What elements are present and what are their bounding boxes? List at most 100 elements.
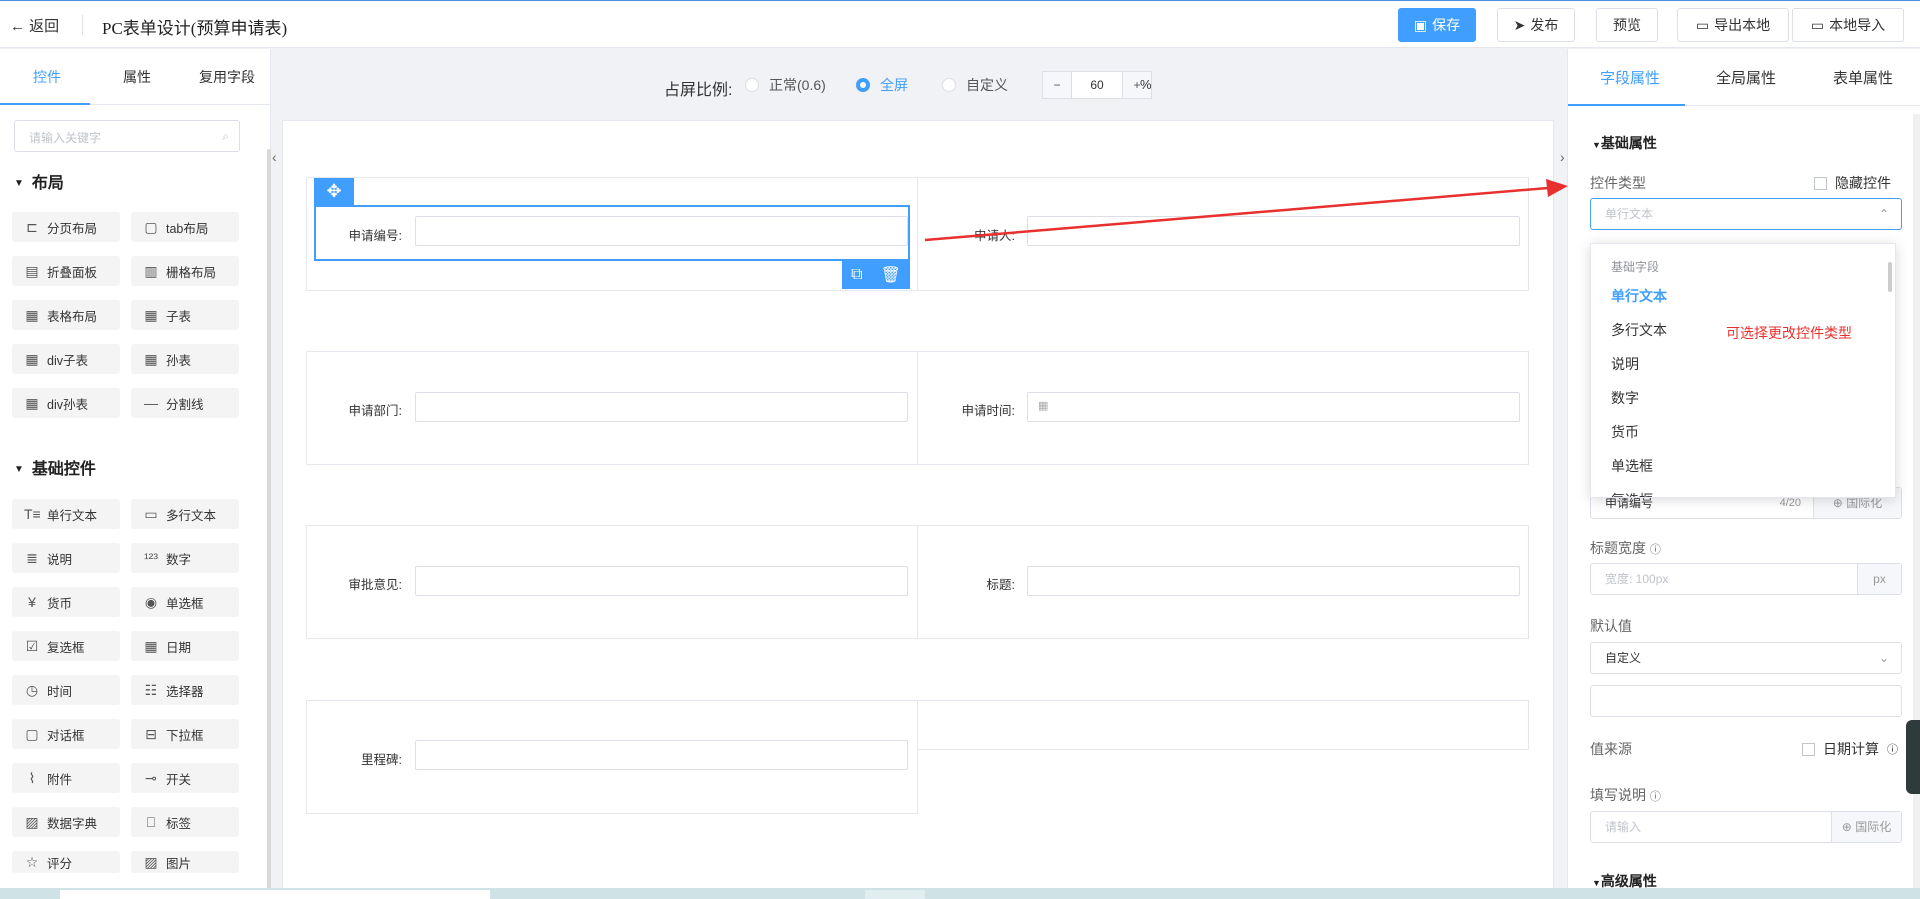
- import-button[interactable]: ▭ 本地导入: [1792, 8, 1904, 42]
- control-rating[interactable]: ☆ 评分: [12, 851, 120, 873]
- apply-no-input[interactable]: [415, 216, 908, 246]
- search-input[interactable]: 请输入关键字 ⌕: [14, 120, 240, 152]
- control-label: 选择器: [166, 684, 204, 699]
- control-dropdown[interactable]: ⊟ 下拉框: [131, 719, 239, 749]
- control-table-layout[interactable]: ▦ 表格布局: [12, 300, 120, 330]
- fill-desc-input[interactable]: 请输入 ⊕ 国际化: [1590, 811, 1902, 843]
- export-label: 导出本地: [1714, 17, 1771, 33]
- control-grid-layout[interactable]: ▥ 栅格布局: [131, 256, 239, 286]
- export-button[interactable]: ▭ 导出本地: [1677, 8, 1789, 42]
- ctl-type-select[interactable]: 单行文本 ⌃: [1590, 198, 1902, 230]
- control-label: 评分: [47, 856, 73, 871]
- dropdown-option[interactable]: 复选框: [1611, 490, 1653, 497]
- control-time[interactable]: ◷ 时间: [12, 675, 120, 705]
- doc-icon: ≣: [26, 549, 38, 566]
- date-calc-checkbox[interactable]: 日期计算 ⓘ: [1802, 739, 1898, 759]
- control-number[interactable]: ¹²³ 数字: [131, 543, 239, 573]
- field-label-subject: 标题:: [986, 578, 1015, 592]
- checkbox-box: [1802, 742, 1815, 756]
- tab-reuse-fields[interactable]: 复用字段: [199, 67, 255, 87]
- opinion-input[interactable]: [415, 566, 908, 596]
- title-value: 申请编号: [1605, 496, 1654, 510]
- control-description[interactable]: ≣ 说明: [12, 543, 120, 573]
- move-icon[interactable]: ✥: [314, 178, 354, 205]
- control-single-text[interactable]: T≡ 单行文本: [12, 499, 120, 529]
- control-label: 数字: [166, 552, 192, 567]
- copy-icon[interactable]: ⧉: [851, 266, 862, 284]
- control-subtable[interactable]: ▦ 子表: [131, 300, 239, 330]
- applicant-input[interactable]: [1027, 216, 1520, 246]
- tab-global-props[interactable]: 全局属性: [1716, 67, 1776, 88]
- basic-attr-title[interactable]: ▼基础属性: [1592, 133, 1657, 153]
- back-button[interactable]: ← 返回: [10, 15, 59, 36]
- tab-field-props[interactable]: 字段属性: [1600, 67, 1660, 88]
- radio-label: 全屏: [880, 77, 908, 93]
- zoom-decrease-button[interactable]: −: [1043, 72, 1071, 98]
- dropdown-option[interactable]: 单行文本: [1611, 286, 1667, 306]
- tab-properties[interactable]: 属性: [123, 67, 151, 87]
- collapse-right-icon[interactable]: ›: [1560, 149, 1565, 165]
- tab-form-props[interactable]: 表单属性: [1833, 67, 1893, 88]
- globe-icon: ⊕: [1841, 820, 1852, 834]
- control-attachment[interactable]: ⌇ 附件: [12, 763, 120, 793]
- ratio-normal-radio[interactable]: 正常(0.6): [745, 75, 826, 95]
- control-label: 表格布局: [47, 309, 98, 324]
- layout-section-title[interactable]: ▼ 布局: [14, 169, 64, 193]
- zoom-value[interactable]: 60: [1071, 72, 1123, 98]
- left-scrollbar[interactable]: [267, 149, 271, 889]
- side-grip[interactable]: [1906, 720, 1920, 794]
- dropdown-option[interactable]: 数字: [1611, 388, 1639, 408]
- control-checkbox[interactable]: ☑ 复选框: [12, 631, 120, 661]
- info-icon[interactable]: ⓘ: [1887, 741, 1898, 757]
- milestone-input[interactable]: [415, 740, 908, 770]
- publish-button[interactable]: ➤ 发布: [1497, 8, 1575, 42]
- trash-icon[interactable]: 🗑: [881, 265, 901, 285]
- preview-button[interactable]: 预览: [1596, 8, 1658, 42]
- control-grandtable[interactable]: ▦ 孙表: [131, 344, 239, 374]
- control-multi-text[interactable]: ▭ 多行文本: [131, 499, 239, 529]
- save-button[interactable]: ▣ 保存: [1398, 8, 1476, 42]
- control-switch[interactable]: ⊸ 开关: [131, 763, 239, 793]
- page-title: PC表单设计(预算申请表): [102, 19, 288, 38]
- control-date[interactable]: ▦ 日期: [131, 631, 239, 661]
- subject-input[interactable]: [1027, 566, 1520, 596]
- form-cell-empty[interactable]: [917, 700, 1529, 750]
- chevron-down-icon: ⌄: [1878, 651, 1889, 665]
- control-radio[interactable]: ◉ 单选框: [131, 587, 239, 617]
- control-div-grandtable[interactable]: ▦ div孙表: [12, 388, 120, 418]
- dropdown-option[interactable]: 单选框: [1611, 456, 1653, 476]
- layout-title-label: 布局: [31, 175, 64, 192]
- title-width-input[interactable]: 宽度: 100px px: [1590, 563, 1902, 595]
- control-divider[interactable]: — 分割线: [131, 388, 239, 418]
- default-value-input[interactable]: [1590, 685, 1902, 717]
- time-input[interactable]: ▦: [1027, 392, 1520, 422]
- control-div-subtable[interactable]: ▦ div子表: [12, 344, 120, 374]
- tab-icon: ▢: [144, 218, 158, 235]
- basic-section-title[interactable]: ▼ 基础控件: [14, 455, 96, 479]
- info-icon[interactable]: ⓘ: [1650, 544, 1661, 556]
- hide-control-checkbox[interactable]: 隐藏控件: [1814, 173, 1891, 193]
- i18n-button[interactable]: ⊕ 国际化: [1831, 812, 1901, 842]
- control-dialog[interactable]: ▢ 对话框: [12, 719, 120, 749]
- control-currency[interactable]: ¥ 货币: [12, 587, 120, 617]
- ratio-full-radio[interactable]: 全屏: [856, 75, 908, 95]
- control-data-dict[interactable]: ▨ 数据字典: [12, 807, 120, 837]
- control-paging-layout[interactable]: ⊏ 分页布局: [12, 212, 120, 242]
- tab-controls[interactable]: 控件: [33, 67, 61, 87]
- dropdown-option[interactable]: 货币: [1611, 422, 1639, 442]
- info-icon[interactable]: ⓘ: [1650, 791, 1661, 803]
- default-value-select[interactable]: 自定义 ⌄: [1590, 642, 1902, 674]
- dept-input[interactable]: [415, 392, 908, 422]
- bottom-bar-segment: [865, 890, 925, 899]
- collapse-left-icon[interactable]: ‹: [272, 149, 277, 165]
- control-image[interactable]: ▨ 图片: [131, 851, 239, 873]
- control-tag[interactable]: ⎕ 标签: [131, 807, 239, 837]
- control-tab-layout[interactable]: ▢ tab布局: [131, 212, 239, 242]
- zoom-stepper[interactable]: − 60 +: [1042, 71, 1152, 99]
- dropdown-option[interactable]: 说明: [1611, 354, 1639, 374]
- control-selector[interactable]: ☷ 选择器: [131, 675, 239, 705]
- control-collapse-panel[interactable]: ▤ 折叠面板: [12, 256, 120, 286]
- ratio-custom-radio[interactable]: 自定义: [942, 75, 1008, 95]
- dropdown-scrollbar[interactable]: [1888, 262, 1892, 292]
- dropdown-option[interactable]: 多行文本: [1611, 320, 1667, 340]
